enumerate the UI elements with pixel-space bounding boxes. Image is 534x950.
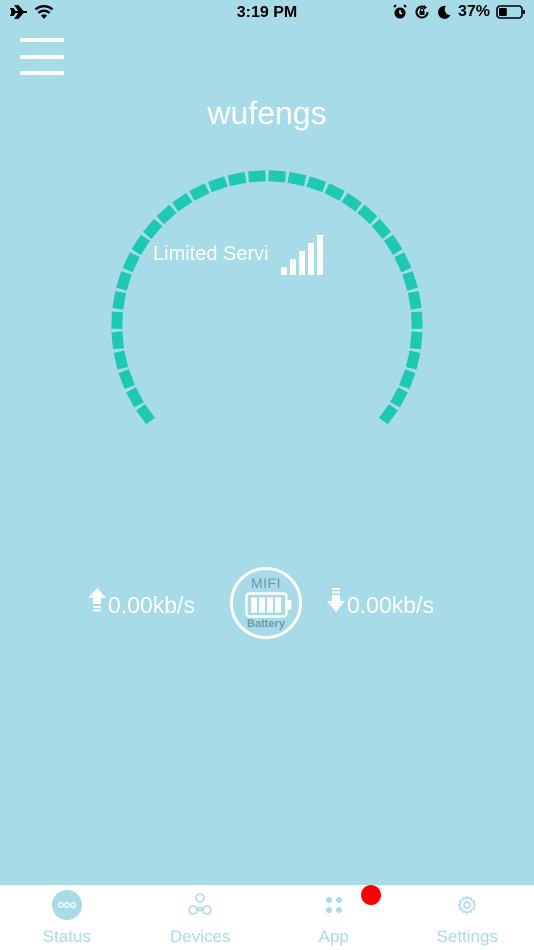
gauge-segment <box>268 170 286 183</box>
gauge-segment <box>287 171 307 187</box>
gauge-segment <box>131 234 151 256</box>
upload-arrow-icon <box>88 588 106 612</box>
battery-icon <box>496 5 525 19</box>
signal-bar <box>317 235 323 275</box>
signal-bar <box>299 251 305 275</box>
signal-strength-icon <box>281 235 323 275</box>
gauge-segment <box>112 291 127 310</box>
gauge-segment <box>208 176 228 193</box>
gauge-segment <box>410 331 423 350</box>
badge-mifi-label: MIFI <box>251 575 281 591</box>
tab-status-label: Status <box>42 927 91 946</box>
gauge-segment <box>378 404 398 425</box>
service-status-label: Limited Service <box>153 243 268 265</box>
battery-fill <box>499 8 507 16</box>
network-name: wufengs <box>207 95 327 131</box>
gauge-segment <box>116 271 132 291</box>
app-grid-icon <box>325 897 342 913</box>
rotation-lock-icon <box>415 5 429 19</box>
gauge-segment <box>113 350 129 370</box>
gauge-segment <box>402 271 418 291</box>
download-arrow-icon <box>327 588 345 612</box>
gauge-segment <box>172 192 193 212</box>
gauge-segment <box>227 171 247 187</box>
gauge-segment <box>411 311 423 330</box>
menu-line <box>20 38 64 42</box>
gauge-segment <box>306 176 326 193</box>
gauge-segment <box>324 183 345 201</box>
gauge-segment <box>248 170 266 183</box>
download-speed: 0.00kb/s <box>347 592 434 618</box>
status-bar-right: 37% <box>392 3 526 21</box>
moon-icon <box>438 5 451 19</box>
upload-speed: 0.00kb/s <box>108 592 195 618</box>
gauge-segment <box>405 350 421 370</box>
status-dots-icon <box>51 890 82 920</box>
gauge-segment <box>122 252 140 273</box>
menu-line <box>20 71 64 75</box>
status-bar: 3:19 PM 37% <box>0 0 534 28</box>
hamburger-menu-icon[interactable] <box>20 38 64 76</box>
tab-devices[interactable]: Devices <box>134 885 268 950</box>
speed-row: 0.00kb/s MIFI Battery 0.00kb/s <box>0 566 534 640</box>
gauge-segment <box>189 183 210 201</box>
gauge-segment <box>118 369 135 389</box>
gauge-segment <box>126 387 144 408</box>
devices-icon <box>188 893 212 915</box>
battery-cells-icon <box>245 592 292 618</box>
tab-status[interactable]: Status <box>0 885 134 950</box>
gauge-segment <box>341 192 362 212</box>
gauge-segment <box>111 331 124 350</box>
badge-battery-label: Battery <box>247 618 285 630</box>
gauge-segment <box>136 404 156 425</box>
gauge-segment <box>111 311 123 330</box>
mifi-battery-badge: MIFI Battery <box>230 567 302 639</box>
gauge-segment <box>143 218 163 239</box>
tab-app-label: App <box>318 927 349 946</box>
gauge-segment <box>383 234 403 256</box>
gauge-segment <box>156 204 177 225</box>
signal-bar <box>290 259 296 275</box>
gear-icon <box>458 895 477 915</box>
tab-devices-label: Devices <box>170 927 231 946</box>
gauge-segment <box>371 218 391 239</box>
signal-bar <box>281 267 287 275</box>
tab-settings[interactable]: Settings <box>401 885 534 950</box>
gauge-segment <box>407 291 422 310</box>
signal-bar <box>308 243 314 275</box>
gauge-segment <box>390 387 408 408</box>
gauge-segment <box>394 252 412 273</box>
gauge-segment <box>399 369 416 389</box>
gauge-segment <box>357 204 378 225</box>
signal-gauge <box>111 170 423 425</box>
app-notification-badge <box>361 885 381 905</box>
menu-line <box>20 55 64 59</box>
tab-bar: Status Devices App Settings <box>0 885 534 950</box>
tab-settings-label: Settings <box>436 927 498 946</box>
alarm-icon <box>393 4 407 19</box>
battery-percent: 37% <box>457 3 490 20</box>
